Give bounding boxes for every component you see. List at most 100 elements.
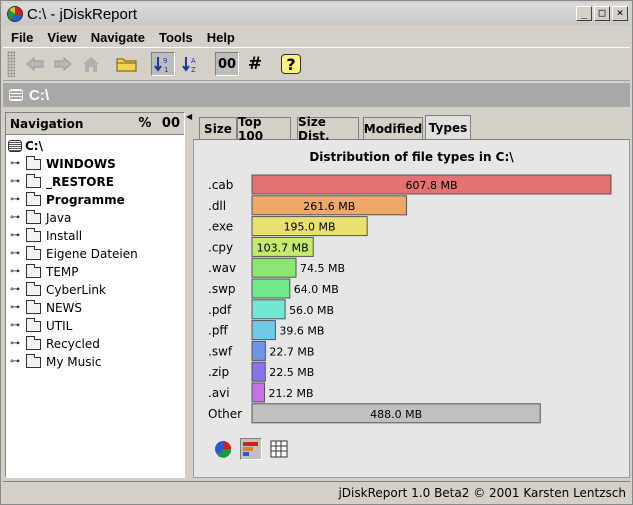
toolbar-grip[interactable] [7,51,15,77]
tree-item[interactable]: ⊶ Recycled [6,335,184,353]
tree-item[interactable]: ⊶ NEWS [6,299,184,317]
bar-value-label: 103.7 MB [257,241,309,254]
size-format-label: 00 [217,56,237,72]
types-chart-area: Distribution of file types in C:\ .cab 60… [193,140,630,478]
folder-icon [26,173,41,188]
expand-key-icon[interactable]: ⊶ [10,267,23,277]
folder-icon [26,209,41,224]
expand-key-icon[interactable]: ⊶ [10,357,23,367]
category-label: .swf [208,344,233,358]
tree-item[interactable]: ⊶ Java [6,209,184,227]
tree-item[interactable]: ⊶ UTIL [6,317,184,335]
panel-splitter[interactable]: ◀ [186,112,192,478]
tree-item[interactable]: ⊶ _RESTORE [6,173,184,191]
folder-icon [26,245,41,260]
tab-types[interactable]: Types [425,115,471,139]
pie-chart-icon [215,441,232,458]
category-label: .cpy [208,240,233,254]
title-bar: C:\ - jDiskReport _ □ × [3,3,630,25]
tree-item-label: My Music [46,355,102,369]
tree-item-label: TEMP [46,265,79,279]
tab-modified[interactable]: Modified [363,117,423,139]
bar[interactable] [251,257,297,278]
tree-item[interactable]: ⊶ WINDOWS [6,155,184,173]
bar[interactable] [251,278,291,299]
collapse-arrow-icon[interactable]: ◀ [186,112,192,121]
bar[interactable] [251,382,266,403]
tree-item-label: Recycled [46,337,100,351]
open-folder-icon [116,58,137,72]
expand-key-icon[interactable]: ⊶ [10,159,23,169]
bar-value-label: 195.0 MB [284,221,336,234]
back-button[interactable] [23,52,47,76]
expand-key-icon[interactable]: ⊶ [10,231,23,241]
expand-key-icon[interactable]: ⊶ [10,303,23,313]
tab-size[interactable]: Size [199,117,237,139]
bar-value-label: 21.2 MB [269,387,314,400]
bar[interactable] [251,361,266,382]
bar-chart-button[interactable] [240,438,262,460]
tree-item[interactable]: ⊶ Eigene Dateien [6,245,184,263]
bar[interactable] [251,320,276,341]
category-label: .wav [208,261,236,275]
close-button[interactable]: × [612,6,628,21]
tree-item[interactable]: ⊶ My Music [6,353,184,371]
expand-key-icon[interactable]: ⊶ [10,177,23,187]
bar-value-label: 22.5 MB [269,366,314,379]
sort-alpha-icon: AZ [182,57,196,74]
pie-chart-button[interactable] [212,438,234,460]
tree-item[interactable]: ⊶ TEMP [6,263,184,281]
tab-size-dist-label: Size Dist. [298,114,330,143]
tab-top-100[interactable]: Top 100 [237,115,291,143]
current-path: C:\ [29,86,49,104]
percent-toggle[interactable]: % [138,116,151,131]
minimize-button[interactable]: _ [576,6,592,21]
category-label: .pff [208,324,228,338]
sort-descending-button[interactable]: 91 [151,52,175,76]
folder-icon [26,317,41,332]
tree-item-label: _RESTORE [46,175,114,189]
number-toggle[interactable]: 00 [162,116,180,131]
folder-icon [26,155,41,170]
table-view-button[interactable] [268,438,290,460]
back-arrow-icon [26,56,44,72]
expand-key-icon[interactable]: ⊶ [10,213,23,223]
tree-item[interactable]: ⊶ Install [6,227,184,245]
expand-key-icon[interactable]: ⊶ [10,285,23,295]
menu-tools[interactable]: Tools [159,30,193,45]
tree-root[interactable]: C:\ [6,137,184,155]
svg-text:A: A [191,57,196,65]
maximize-button[interactable]: □ [594,6,610,21]
menu-file[interactable]: File [11,30,33,45]
app-window: C:\ - jDiskReport _ □ × File View Naviga… [0,0,633,505]
help-button[interactable]: ? [279,52,303,76]
types-bar-chart: .cab 607.8 MB .dll 261.6 MB .exe 195.0 MB .cpy… [208,174,612,424]
folder-icon [26,227,41,242]
expand-key-icon[interactable]: ⊶ [10,249,23,259]
tree-item[interactable]: ⊶ Programme [6,191,184,209]
size-format-button[interactable]: 00 [215,52,239,76]
bar-value-label: 56.0 MB [289,304,334,317]
home-button[interactable] [79,52,103,76]
forward-button[interactable] [51,52,75,76]
folder-icon [26,191,41,206]
count-button[interactable]: # [243,52,267,76]
expand-key-icon[interactable]: ⊶ [10,195,23,205]
folder-icon [26,335,41,350]
menu-view[interactable]: View [47,30,76,45]
bar[interactable] [251,340,266,361]
sort-alpha-button[interactable]: AZ [179,52,203,76]
open-folder-button[interactable] [115,52,139,76]
expand-key-icon[interactable]: ⊶ [10,339,23,349]
tree-item-label: Java [46,211,72,225]
menu-navigate[interactable]: Navigate [91,30,145,45]
bar[interactable] [251,299,286,320]
folder-icon [26,353,41,368]
expand-key-icon[interactable]: ⊶ [10,321,23,331]
tab-size-dist[interactable]: Size Dist. [297,115,359,143]
menu-help[interactable]: Help [207,30,235,45]
report-tabs: Size Top 100 Size Dist. Modified Types [193,112,630,143]
bar-value-label: 74.5 MB [300,262,345,275]
tree-item[interactable]: ⊶ CyberLink [6,281,184,299]
bar-value-label: 261.6 MB [303,200,355,213]
